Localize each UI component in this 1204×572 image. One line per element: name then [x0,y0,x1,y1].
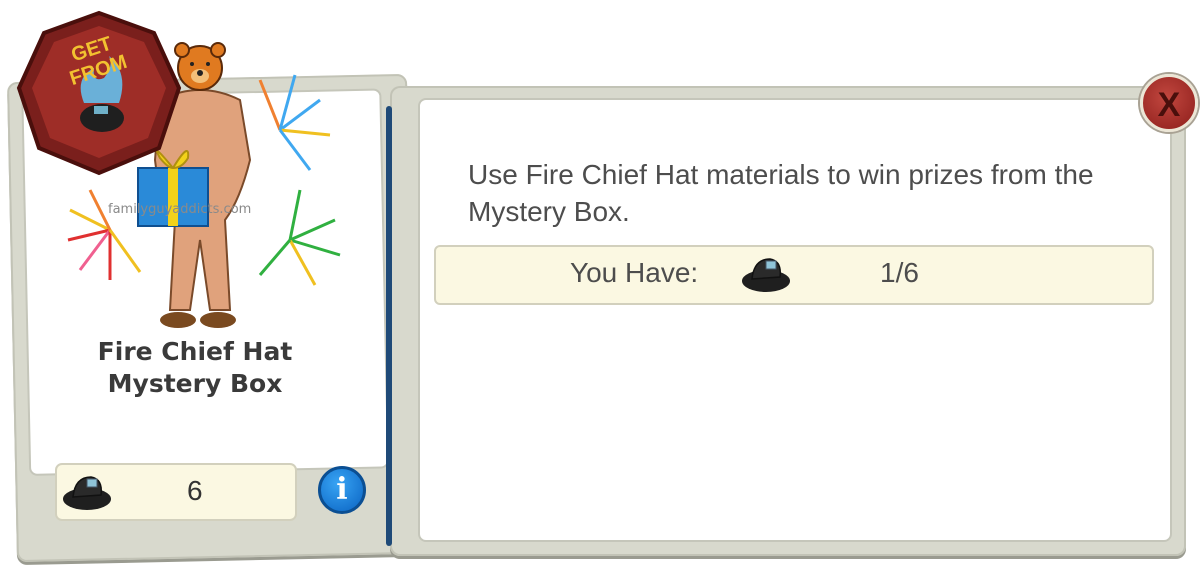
close-icon: X [1157,86,1181,124]
watermark: familyguyaddicts.com [108,202,252,217]
close-button[interactable]: X [1140,74,1198,132]
material-count: 6 [187,475,203,506]
fire-chief-hat-icon [63,476,111,510]
item-title: Fire Chief Hat Mystery Box [97,337,293,398]
you-have-label: You Have: [570,257,699,288]
get-from-badge-icon [16,10,182,176]
info-button[interactable]: i [318,466,366,514]
info-icon: i [336,472,348,507]
material-counter: 6 [55,463,297,521]
you-have-bar: You Have: 1/6 [434,245,1154,305]
fire-chief-hat-icon [742,258,790,292]
mystery-box-description: Use Fire Chief Hat materials to win priz… [468,159,1094,227]
you-have-count: 1/6 [880,257,919,288]
